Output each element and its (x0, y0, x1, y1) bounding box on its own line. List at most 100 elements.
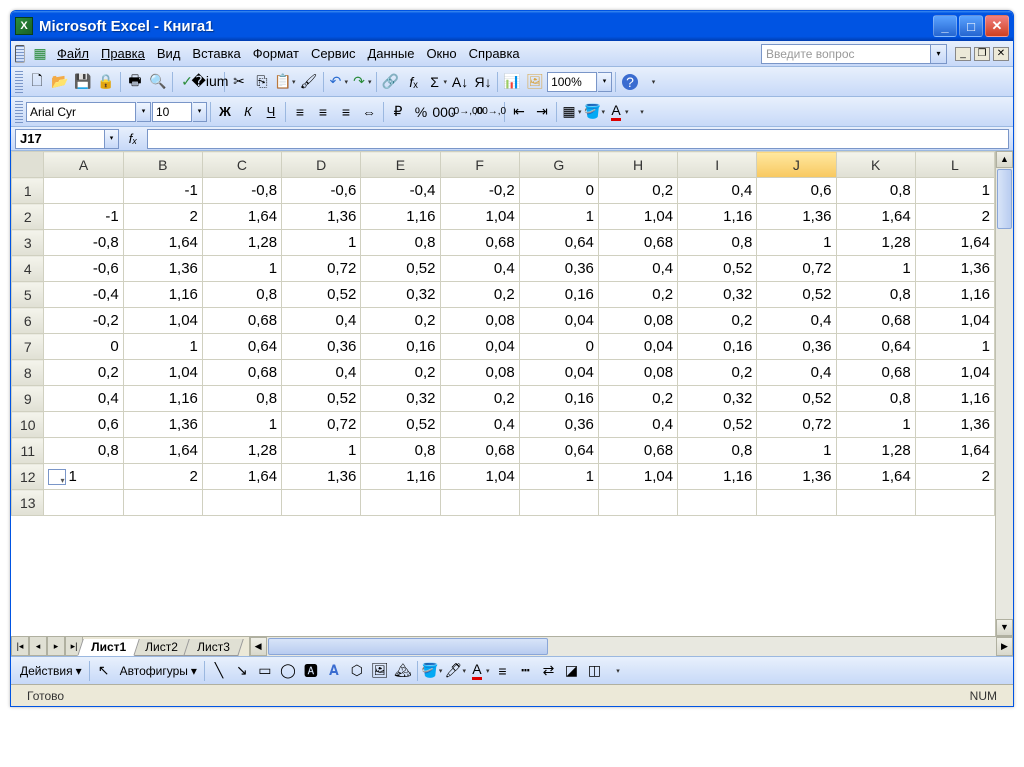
scroll-up-button[interactable]: ▲ (996, 151, 1013, 168)
row-header-11[interactable]: 11 (12, 438, 44, 464)
cell-L2[interactable]: 2 (915, 204, 994, 230)
cell-J7[interactable]: 0,36 (757, 334, 836, 360)
cell-A10[interactable]: 0,6 (44, 412, 123, 438)
cell-L3[interactable]: 1,64 (915, 230, 994, 256)
column-header-A[interactable]: A (44, 152, 123, 178)
cell-E7[interactable]: 0,16 (361, 334, 440, 360)
cell-A3[interactable]: -0,8 (44, 230, 123, 256)
cell-A13[interactable] (44, 490, 123, 516)
cell-C12[interactable]: 1,64 (202, 464, 281, 490)
vertical-scrollbar[interactable]: ▲ ▼ (995, 151, 1013, 636)
sheet-tab-2[interactable]: Лист2 (131, 639, 191, 656)
cut-button[interactable]: ✂ (228, 71, 250, 93)
row-header-5[interactable]: 5 (12, 282, 44, 308)
cell-K8[interactable]: 0,68 (836, 360, 915, 386)
sheet-tab-1[interactable]: Лист1 (77, 639, 140, 656)
column-header-J[interactable]: J (757, 152, 836, 178)
function-button[interactable]: fₓ (403, 71, 425, 93)
cell-K7[interactable]: 0,64 (836, 334, 915, 360)
cell-I7[interactable]: 0,16 (678, 334, 757, 360)
cell-H10[interactable]: 0,4 (598, 412, 677, 438)
cell-F13[interactable] (440, 490, 519, 516)
select-all-corner[interactable] (12, 152, 44, 178)
cell-F6[interactable]: 0,08 (440, 308, 519, 334)
zoom-select[interactable]: 100% (547, 72, 597, 92)
menu-view[interactable]: Вид (151, 44, 187, 63)
column-header-B[interactable]: B (123, 152, 202, 178)
cell-B3[interactable]: 1,64 (123, 230, 202, 256)
fill-color-draw-button[interactable]: 🪣▾ (421, 660, 444, 682)
cell-G13[interactable] (519, 490, 598, 516)
cell-K3[interactable]: 1,28 (836, 230, 915, 256)
toolbar-options-button[interactable]: ▾ (606, 660, 628, 682)
cell-B5[interactable]: 1,16 (123, 282, 202, 308)
cell-E1[interactable]: -0,4 (361, 178, 440, 204)
font-size-select[interactable]: 10 (152, 102, 192, 122)
cell-K6[interactable]: 0,68 (836, 308, 915, 334)
decrease-indent-button[interactable]: ⇤ (508, 101, 530, 123)
scroll-right-button[interactable]: ▶ (996, 637, 1013, 656)
font-color-draw-button[interactable]: A▾ (468, 660, 491, 682)
cell-F10[interactable]: 0,4 (440, 412, 519, 438)
bold-button[interactable]: Ж (214, 101, 236, 123)
row-header-9[interactable]: 9 (12, 386, 44, 412)
cell-D7[interactable]: 0,36 (282, 334, 361, 360)
cell-G7[interactable]: 0 (519, 334, 598, 360)
cell-F1[interactable]: -0,2 (440, 178, 519, 204)
cell-J12[interactable]: 1,36 (757, 464, 836, 490)
scroll-left-button[interactable]: ◀ (250, 637, 267, 656)
cell-G3[interactable]: 0,64 (519, 230, 598, 256)
cell-K5[interactable]: 0,8 (836, 282, 915, 308)
fx-button[interactable]: fₓ (123, 131, 143, 146)
cell-I6[interactable]: 0,2 (678, 308, 757, 334)
cell-D11[interactable]: 1 (282, 438, 361, 464)
name-box-dropdown[interactable]: ▾ (105, 129, 119, 149)
cell-G2[interactable]: 1 (519, 204, 598, 230)
toolbar-handle[interactable] (15, 45, 25, 63)
toolbar-handle[interactable] (15, 71, 23, 93)
cell-J13[interactable] (757, 490, 836, 516)
decrease-decimal-button[interactable]: ,00→,0 (479, 101, 501, 123)
format-painter-button[interactable]: 🖌 (298, 71, 320, 93)
percent-button[interactable]: % (410, 101, 432, 123)
cell-J9[interactable]: 0,52 (757, 386, 836, 412)
cell-J11[interactable]: 1 (757, 438, 836, 464)
row-header-12[interactable]: 12 (12, 464, 44, 490)
cell-E11[interactable]: 0,8 (361, 438, 440, 464)
cell-C4[interactable]: 1 (202, 256, 281, 282)
cell-H6[interactable]: 0,08 (598, 308, 677, 334)
row-header-2[interactable]: 2 (12, 204, 44, 230)
cell-A9[interactable]: 0,4 (44, 386, 123, 412)
formula-input[interactable] (147, 129, 1009, 149)
cell-E13[interactable] (361, 490, 440, 516)
line-style-button[interactable]: ≡ (491, 660, 513, 682)
cell-L7[interactable]: 1 (915, 334, 994, 360)
cell-I11[interactable]: 0,8 (678, 438, 757, 464)
cell-G8[interactable]: 0,04 (519, 360, 598, 386)
cell-G12[interactable]: 1 (519, 464, 598, 490)
row-header-1[interactable]: 1 (12, 178, 44, 204)
cell-F2[interactable]: 1,04 (440, 204, 519, 230)
cell-I4[interactable]: 0,52 (678, 256, 757, 282)
column-header-D[interactable]: D (282, 152, 361, 178)
cell-B1[interactable]: -1 (123, 178, 202, 204)
cell-A7[interactable]: 0 (44, 334, 123, 360)
column-header-E[interactable]: E (361, 152, 440, 178)
cell-D13[interactable] (282, 490, 361, 516)
column-header-I[interactable]: I (678, 152, 757, 178)
cell-D2[interactable]: 1,36 (282, 204, 361, 230)
cell-D5[interactable]: 0,52 (282, 282, 361, 308)
tab-prev-button[interactable]: ◂ (29, 637, 47, 656)
cell-L9[interactable]: 1,16 (915, 386, 994, 412)
cell-B12[interactable]: 2 (123, 464, 202, 490)
cell-J2[interactable]: 1,36 (757, 204, 836, 230)
cell-J1[interactable]: 0,6 (757, 178, 836, 204)
help-search-dropdown[interactable]: ▾ (931, 44, 947, 64)
merge-center-button[interactable]: ⇔ (358, 101, 380, 123)
new-button[interactable]: 🗋 (26, 71, 48, 93)
cell-G11[interactable]: 0,64 (519, 438, 598, 464)
cell-A1[interactable] (44, 178, 123, 204)
mdi-minimize-button[interactable]: _ (955, 47, 971, 61)
cell-E5[interactable]: 0,32 (361, 282, 440, 308)
chart-wizard-button[interactable]: 📊 (501, 71, 523, 93)
